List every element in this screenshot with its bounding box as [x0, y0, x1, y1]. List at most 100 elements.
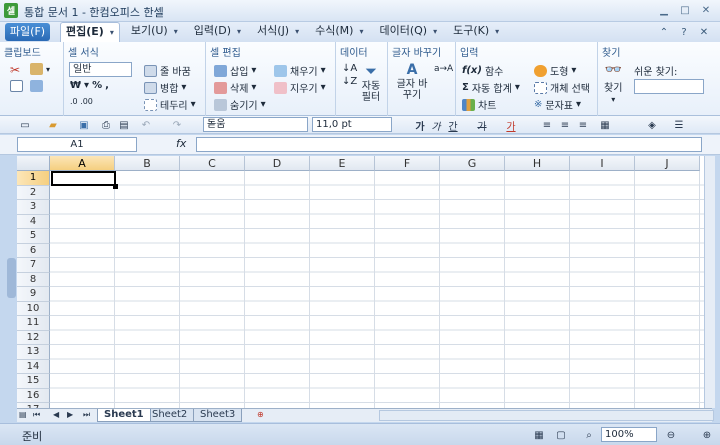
row-header[interactable]: 12: [17, 330, 50, 345]
row-header[interactable]: 9: [17, 287, 50, 302]
row-header[interactable]: 14: [17, 359, 50, 374]
row-header[interactable]: 13: [17, 345, 50, 360]
last-sheet-icon[interactable]: ⏭: [83, 410, 90, 420]
column-header[interactable]: B: [115, 156, 180, 171]
align-right-icon[interactable]: ≡: [576, 118, 590, 132]
minimize-icon[interactable]: ▁: [655, 3, 673, 18]
horizontal-scrollbar[interactable]: [379, 410, 714, 421]
formula-input[interactable]: [196, 137, 702, 152]
easy-find-input[interactable]: [634, 79, 704, 94]
open-folder-icon[interactable]: ▰: [46, 118, 60, 132]
menu-item-3[interactable]: 서식(J) ▾: [252, 22, 304, 42]
zoom-in-icon[interactable]: ⊕: [700, 428, 714, 442]
sheet-tab[interactable]: Sheet1: [97, 409, 151, 422]
menu-item-0[interactable]: 편집(E) ▾: [60, 22, 120, 42]
font-size-select[interactable]: 11,0 pt: [312, 117, 392, 132]
row-header[interactable]: 11: [17, 316, 50, 331]
merge-button[interactable]: 병합 ▾: [144, 80, 186, 95]
decimal-icon[interactable]: .0 .00: [70, 97, 93, 106]
column-header[interactable]: C: [180, 156, 245, 171]
row-header[interactable]: 8: [17, 272, 50, 287]
menu-item-5[interactable]: 데이터(Q) ▾: [374, 22, 442, 42]
menu-item-4[interactable]: 수식(M) ▾: [310, 22, 368, 42]
align-left-icon[interactable]: ≡: [540, 118, 554, 132]
underline-button[interactable]: 간: [446, 118, 460, 133]
autosum-button[interactable]: Σ 자동 합계 ▾: [462, 80, 520, 95]
row-header[interactable]: 3: [17, 200, 50, 215]
hide-button[interactable]: 숨기기 ▾: [214, 97, 266, 112]
zoom-icon[interactable]: ⌕: [582, 428, 596, 442]
paste-icon[interactable]: ▾: [30, 63, 50, 75]
sheet-tab[interactable]: Sheet2: [145, 409, 195, 422]
bold-button[interactable]: 가: [414, 118, 426, 133]
change-case-icon[interactable]: a→A: [434, 64, 453, 74]
prev-sheet-icon[interactable]: ◀: [53, 410, 59, 419]
sheet-tab[interactable]: Sheet3: [193, 409, 243, 422]
menu-file[interactable]: 파일(F): [5, 23, 50, 41]
strike-button[interactable]: 가: [476, 118, 488, 133]
vertical-scrollbar[interactable]: [704, 156, 715, 408]
chart-button[interactable]: 차트: [462, 97, 496, 112]
column-header[interactable]: G: [440, 156, 505, 171]
column-header[interactable]: A: [50, 156, 115, 171]
page-view-icon[interactable]: ▢: [554, 428, 568, 442]
format-paint-icon[interactable]: [30, 80, 43, 92]
row-header[interactable]: 6: [17, 243, 50, 258]
text-wrap-button[interactable]: A 글자 바꾸기: [394, 62, 430, 101]
column-header[interactable]: I: [570, 156, 635, 171]
row-header[interactable]: 16: [17, 388, 50, 403]
row-header[interactable]: 10: [17, 301, 50, 316]
column-header[interactable]: H: [505, 156, 570, 171]
menu-item-2[interactable]: 입력(D) ▾: [189, 22, 246, 42]
fx-icon[interactable]: fx: [176, 137, 186, 150]
normal-view-icon[interactable]: ▦: [532, 428, 546, 442]
fill-color-icon[interactable]: ◈: [645, 118, 659, 132]
zoom-select[interactable]: 100%: [601, 427, 657, 442]
select-all-corner[interactable]: [17, 156, 50, 171]
insert-button[interactable]: 삽입 ▾: [214, 63, 256, 78]
close-doc-icon[interactable]: ✕: [696, 24, 712, 40]
side-panel-handle[interactable]: [7, 258, 16, 298]
row-header[interactable]: 4: [17, 214, 50, 229]
print-icon[interactable]: ⎙: [99, 118, 113, 132]
border-button[interactable]: 테두리 ▾: [144, 97, 196, 112]
column-header[interactable]: E: [310, 156, 375, 171]
sort-icon[interactable]: ↓A ↓Z: [342, 63, 357, 87]
font-color-button[interactable]: 가: [504, 118, 518, 133]
sheet-menu-icon[interactable]: ▤: [19, 410, 27, 419]
border-style-icon[interactable]: ☰: [672, 118, 686, 132]
function-button[interactable]: f(x) 함수: [462, 63, 503, 78]
italic-button[interactable]: 가: [430, 118, 442, 133]
fill-handle[interactable]: [113, 184, 118, 189]
redo-icon[interactable]: ↷: [170, 118, 184, 132]
currency-icon[interactable]: ₩ ▾ % ,: [70, 80, 109, 91]
row-header[interactable]: 1: [17, 171, 50, 186]
number-format-select[interactable]: 일반: [69, 62, 132, 77]
add-sheet-icon[interactable]: ⊕: [257, 410, 264, 419]
row-header[interactable]: 7: [17, 258, 50, 273]
active-cell[interactable]: [51, 171, 116, 186]
auto-filter-button[interactable]: ⏷ 자동 필터: [360, 62, 382, 103]
new-doc-icon[interactable]: ▭: [18, 118, 32, 132]
undo-icon[interactable]: ↶: [139, 118, 153, 132]
cut-icon[interactable]: ✂: [10, 63, 20, 77]
fill-button[interactable]: 채우기 ▾: [274, 63, 326, 78]
menu-item-1[interactable]: 보기(U) ▾: [126, 22, 183, 42]
column-header[interactable]: J: [635, 156, 700, 171]
copy-icon[interactable]: [10, 80, 23, 92]
next-sheet-icon[interactable]: ▶: [67, 410, 73, 419]
first-sheet-icon[interactable]: ⏮: [33, 410, 40, 420]
row-header[interactable]: 5: [17, 229, 50, 244]
cell-grid[interactable]: [50, 171, 712, 408]
clear-button[interactable]: 지우기 ▾: [274, 80, 326, 95]
save-icon[interactable]: ▣: [77, 118, 91, 132]
font-name-select[interactable]: 돋움: [203, 117, 308, 132]
help-icon[interactable]: ?: [676, 24, 692, 40]
delete-button[interactable]: 삭제 ▾: [214, 80, 256, 95]
ribbon-collapse-icon[interactable]: ⌃: [656, 24, 672, 40]
close-icon[interactable]: ✕: [697, 3, 715, 18]
merge-center-icon[interactable]: ▦: [598, 118, 612, 132]
row-header[interactable]: 15: [17, 374, 50, 389]
align-center-icon[interactable]: ≡: [558, 118, 572, 132]
line-wrap-button[interactable]: 줄 바꿈: [144, 63, 191, 78]
